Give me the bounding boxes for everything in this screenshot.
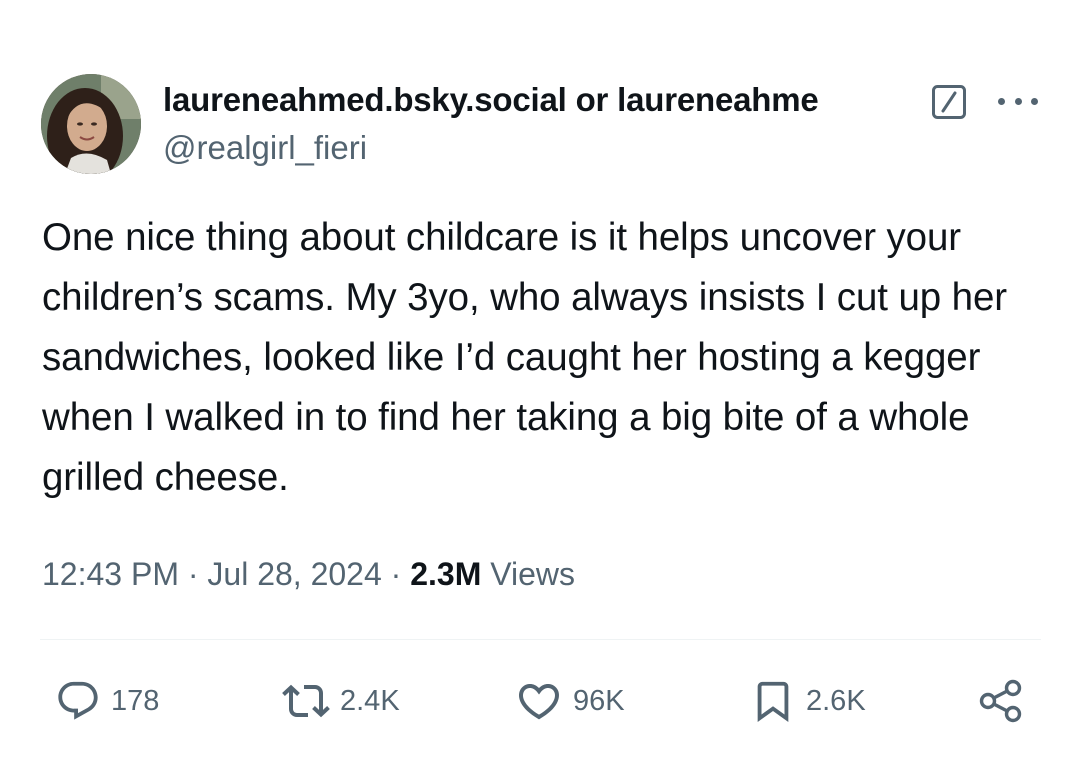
tweet-text: One nice thing about childcare is it hel… (42, 216, 1008, 499)
display-name[interactable]: laureneahmed.bsky.social or laureneahme (163, 80, 908, 120)
reply-icon (58, 681, 98, 720)
retweet-icon (282, 684, 330, 718)
views-count: 2.3M (410, 556, 482, 592)
meta-separator: · (178, 556, 208, 592)
avatar[interactable] (41, 74, 141, 174)
meta-separator: · (381, 556, 411, 592)
bookmark-icon (757, 681, 789, 722)
tweet: laureneahmed.bsky.social or laureneahme … (0, 0, 1080, 757)
retweet-button[interactable]: 2.4K (282, 676, 400, 726)
square-slash-icon (931, 84, 967, 120)
username-handle[interactable]: @realgirl_fieri (163, 128, 367, 168)
share-button[interactable] (977, 676, 1025, 726)
divider (40, 639, 1041, 640)
avatar-image (41, 74, 141, 174)
tweet-date[interactable]: Jul 28, 2024 (207, 556, 381, 592)
ellipsis-icon[interactable] (998, 86, 1038, 116)
bookmark-button[interactable]: 2.6K (750, 676, 866, 726)
tweet-time[interactable]: 12:43 PM (42, 556, 179, 592)
bookmark-count: 2.6K (806, 684, 866, 717)
like-button[interactable]: 96K (515, 676, 625, 726)
heart-icon (518, 684, 560, 720)
reply-count: 178 (111, 684, 160, 717)
like-count: 96K (573, 684, 625, 717)
views-label: Views (481, 556, 576, 592)
share-icon (979, 679, 1022, 723)
retweet-count: 2.4K (340, 684, 400, 717)
reply-button[interactable]: 178 (55, 676, 159, 726)
tweet-meta: 12:43 PM · Jul 28, 2024 · 2.3M Views (42, 552, 575, 596)
